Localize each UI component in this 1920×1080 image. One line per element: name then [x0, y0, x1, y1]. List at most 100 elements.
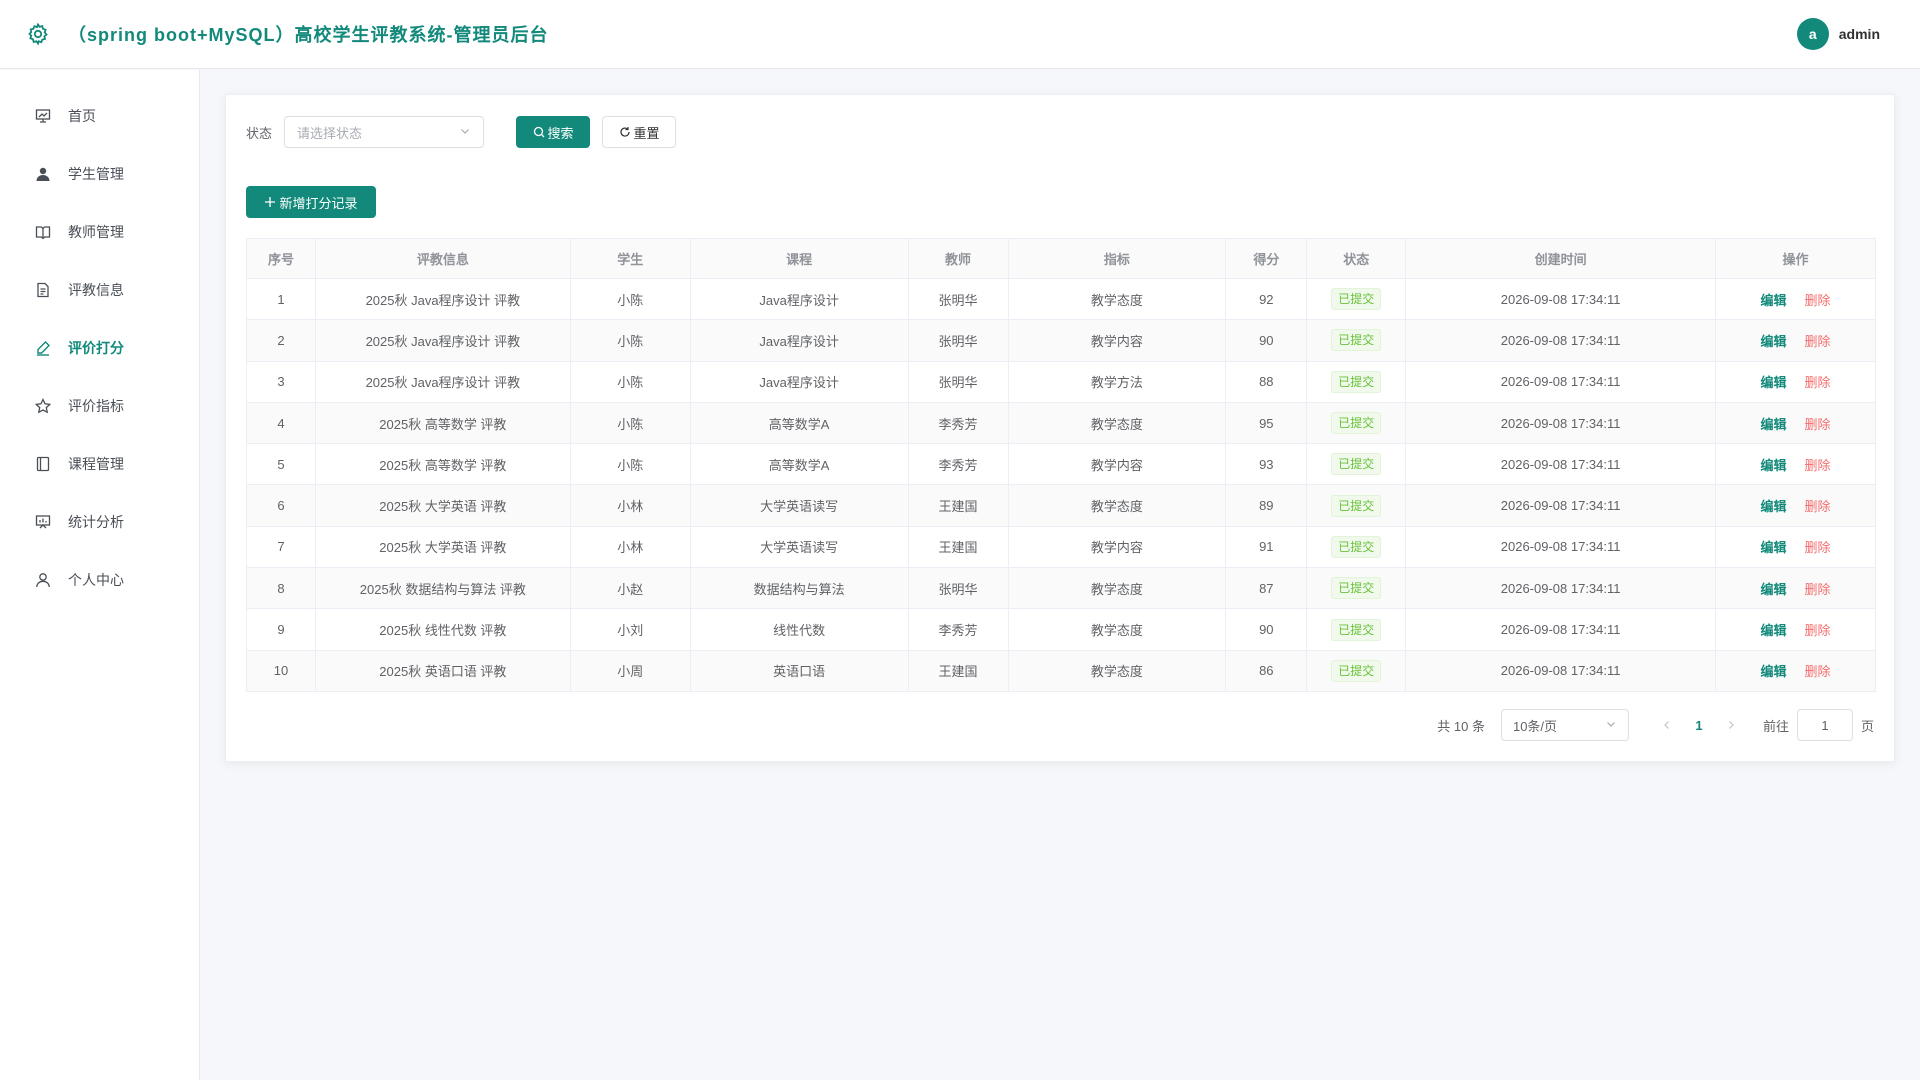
- cell-status: 已提交: [1306, 484, 1407, 527]
- next-page-button[interactable]: [1715, 709, 1747, 741]
- edit-button[interactable]: 编辑: [1761, 664, 1787, 679]
- edit-button[interactable]: 编辑: [1761, 375, 1787, 390]
- cell-created: 2026-09-08 17:34:11: [1405, 277, 1717, 321]
- cell-no: 10: [246, 649, 316, 692]
- status-badge: 已提交: [1331, 370, 1382, 393]
- edit-button[interactable]: 编辑: [1761, 540, 1787, 555]
- cell-teacher: 张明华: [907, 319, 1009, 362]
- goto-label: 前往: [1762, 718, 1789, 734]
- avatar[interactable]: a: [1796, 18, 1829, 50]
- column-header-course: 课程: [689, 238, 909, 279]
- delete-button[interactable]: 删除: [1805, 334, 1831, 349]
- cell-indicator: 教学方法: [1007, 360, 1227, 403]
- status-badge: 已提交: [1331, 577, 1382, 600]
- delete-button[interactable]: 删除: [1805, 582, 1831, 597]
- sidebar-item-label: 教师管理: [68, 224, 124, 240]
- prev-page-button[interactable]: [1651, 709, 1683, 741]
- table-row: 1 2025秋 Java程序设计 评教 小陈 Java程序设计 张明华 教学态度…: [246, 277, 1876, 321]
- cell-course: 英语口语: [689, 649, 909, 692]
- sidebar-item-label: 评教信息: [68, 282, 124, 298]
- sidebar-item-evaluation-info[interactable]: 评教信息: [0, 261, 199, 319]
- edit-button[interactable]: 编辑: [1761, 499, 1787, 514]
- gear-icon: [26, 22, 50, 46]
- delete-button[interactable]: 删除: [1805, 375, 1831, 390]
- cell-info: 2025秋 Java程序设计 评教: [314, 277, 571, 321]
- cell-no: 1: [246, 277, 316, 321]
- status-badge: 已提交: [1331, 494, 1382, 517]
- search-button[interactable]: 搜索: [516, 116, 591, 148]
- edit-button[interactable]: 编辑: [1761, 417, 1787, 432]
- cell-status: 已提交: [1306, 608, 1407, 651]
- sidebar-item-teachers[interactable]: 教师管理: [0, 203, 199, 261]
- cell-teacher: 李秀芳: [907, 443, 1009, 486]
- sidebar: 首页 学生管理 教师管理 评教信息 评价打分 评价指标 课程管理 统计分析 个人…: [0, 70, 200, 1080]
- cell-course: 高等数学A: [689, 401, 909, 445]
- cell-course: Java程序设计: [689, 277, 909, 321]
- cell-score: 88: [1225, 360, 1308, 403]
- user-menu[interactable]: a admin: [1796, 18, 1880, 50]
- edit-button[interactable]: 编辑: [1761, 458, 1787, 473]
- add-record-button[interactable]: 新增打分记录: [246, 186, 376, 218]
- plus-icon: [264, 196, 276, 208]
- table-row: 8 2025秋 数据结构与算法 评教 小赵 数据结构与算法 张明华 教学态度 8…: [246, 567, 1876, 610]
- cell-teacher: 张明华: [907, 277, 1009, 321]
- cell-created: 2026-09-08 17:34:11: [1405, 484, 1717, 527]
- delete-button[interactable]: 删除: [1805, 499, 1831, 514]
- sidebar-item-label: 学生管理: [68, 166, 124, 182]
- cell-teacher: 王建国: [907, 484, 1009, 527]
- app-header: （spring boot+MySQL）高校学生评教系统-管理员后台 a admi…: [0, 0, 1920, 69]
- page-size-select[interactable]: 10条/页: [1500, 709, 1629, 741]
- edit-button[interactable]: 编辑: [1761, 293, 1787, 308]
- table-row: 5 2025秋 高等数学 评教 小陈 高等数学A 李秀芳 教学内容 93 已提交…: [246, 443, 1876, 486]
- page-number-active[interactable]: 1: [1683, 709, 1715, 741]
- cell-status: 已提交: [1306, 401, 1407, 445]
- status-badge: 已提交: [1331, 412, 1382, 435]
- sidebar-item-profile[interactable]: 个人中心: [0, 551, 199, 609]
- cell-student: 小陈: [569, 360, 691, 403]
- delete-button[interactable]: 删除: [1805, 417, 1831, 432]
- cell-indicator: 教学内容: [1007, 443, 1227, 486]
- status-select[interactable]: 请选择状态: [284, 116, 485, 148]
- cell-info: 2025秋 高等数学 评教: [314, 443, 571, 486]
- cell-info: 2025秋 Java程序设计 评教: [314, 319, 571, 362]
- delete-button[interactable]: 删除: [1805, 540, 1831, 555]
- sidebar-item-statistics[interactable]: 统计分析: [0, 493, 199, 551]
- cell-score: 89: [1225, 484, 1308, 527]
- status-badge: 已提交: [1331, 453, 1382, 476]
- edit-button[interactable]: 编辑: [1761, 334, 1787, 349]
- cell-course: 数据结构与算法: [689, 567, 909, 610]
- presentation-icon: [34, 107, 52, 125]
- chevron-down-icon: [459, 125, 471, 140]
- status-badge: 已提交: [1331, 618, 1382, 641]
- delete-button[interactable]: 删除: [1805, 623, 1831, 638]
- cell-student: 小周: [569, 649, 691, 692]
- sidebar-item-home[interactable]: 首页: [0, 87, 199, 145]
- pagination-total: 共 10 条: [1437, 718, 1485, 734]
- cell-info: 2025秋 Java程序设计 评教: [314, 360, 571, 403]
- goto-page-input[interactable]: [1796, 709, 1853, 741]
- reset-button[interactable]: 重置: [602, 116, 677, 148]
- username[interactable]: admin: [1839, 26, 1880, 42]
- delete-button[interactable]: 删除: [1805, 293, 1831, 308]
- cell-teacher: 李秀芳: [907, 608, 1009, 651]
- delete-button[interactable]: 删除: [1805, 458, 1831, 473]
- column-header-indicator: 指标: [1007, 238, 1227, 279]
- sidebar-item-label: 评价指标: [68, 398, 124, 414]
- edit-button[interactable]: 编辑: [1761, 582, 1787, 597]
- cell-teacher: 张明华: [907, 360, 1009, 403]
- column-header-teacher: 教师: [907, 238, 1009, 279]
- delete-button[interactable]: 删除: [1805, 664, 1831, 679]
- filter-bar: 状态 请选择状态 搜索 重置: [246, 116, 677, 148]
- sidebar-item-courses[interactable]: 课程管理: [0, 435, 199, 493]
- cell-score: 91: [1225, 525, 1308, 569]
- sidebar-item-scoring[interactable]: 评价打分: [0, 319, 199, 377]
- sidebar-item-students[interactable]: 学生管理: [0, 145, 199, 203]
- app-title: （spring boot+MySQL）高校学生评教系统-管理员后台: [68, 25, 549, 45]
- edit-button[interactable]: 编辑: [1761, 623, 1787, 638]
- cell-student: 小陈: [569, 443, 691, 486]
- page-unit-label: 页: [1860, 718, 1874, 734]
- table-row: 4 2025秋 高等数学 评教 小陈 高等数学A 李秀芳 教学态度 95 已提交…: [246, 401, 1876, 445]
- sidebar-item-indicators[interactable]: 评价指标: [0, 377, 199, 435]
- cell-course: 大学英语读写: [689, 484, 909, 527]
- cell-status: 已提交: [1306, 277, 1407, 321]
